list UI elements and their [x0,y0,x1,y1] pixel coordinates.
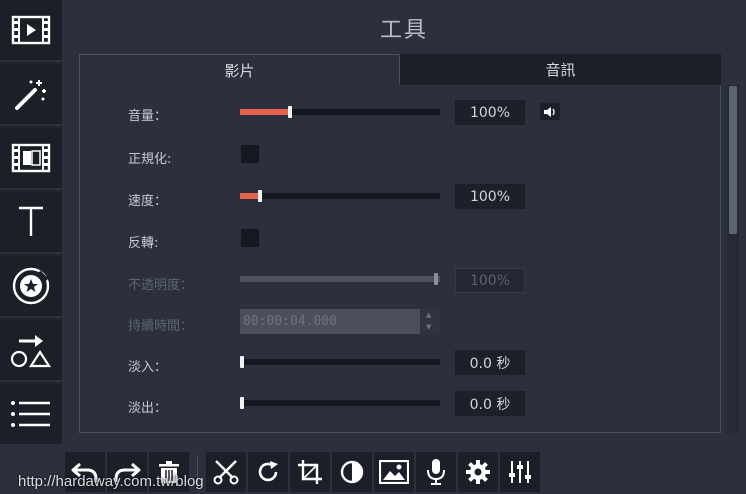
text-icon [19,206,43,236]
opacity-label: 不透明度： [128,278,194,293]
fade-out-slider[interactable] [240,397,440,409]
sidebar [0,0,62,446]
magic-wand-icon [15,80,46,110]
fade-in-label: 淡入： [128,360,168,375]
speed-label: 速度： [128,194,168,209]
fade-out-value[interactable]: 0.0 秒 [455,391,525,416]
split-button[interactable] [206,452,246,492]
clips-icon [11,15,51,45]
fade-in-value[interactable]: 0.0 秒 [455,350,525,375]
speed-slider[interactable] [240,190,440,202]
sidebar-filters-button[interactable] [0,128,62,190]
opacity-value: 100% [455,268,525,293]
equalizer-icon [509,461,531,483]
rotate-icon [258,461,278,482]
opacity-slider [240,273,440,285]
watermark-text: http://hardaway.com.tw/blog [18,473,204,490]
crop-icon [298,460,322,484]
image-settings-button[interactable] [374,452,414,492]
duration-spinner: ▲ ▼ [421,309,440,334]
spin-up-icon: ▲ [426,311,432,319]
speed-value[interactable]: 100% [455,184,525,209]
microphone-icon [427,459,445,485]
image-icon [379,460,409,484]
sidebar-effects-button[interactable] [0,64,62,126]
volume-slider-fill [240,109,290,115]
fade-in-slider[interactable] [240,356,440,368]
equalizer-button[interactable] [500,452,540,492]
normalize-checkbox[interactable] [240,144,260,164]
color-adjust-icon [340,460,364,484]
filter-strip-icon [11,143,51,173]
volume-mute-button[interactable] [540,103,560,120]
sidebar-stickers-button[interactable] [0,256,62,318]
fade-out-label: 淡出： [128,401,168,416]
reverse-checkbox[interactable] [240,228,260,248]
scissors-icon [213,460,239,485]
sidebar-titles-button[interactable] [0,192,62,254]
properties-panel [79,85,721,433]
crop-button[interactable] [290,452,330,492]
panel-title: 工具 [379,18,428,43]
speed-slider-fill [240,193,260,199]
settings-button[interactable] [458,452,498,492]
sidebar-more-button[interactable] [0,384,62,446]
opacity-slider-thumb [434,273,438,285]
volume-slider[interactable] [240,106,440,118]
rotate-button[interactable] [248,452,288,492]
volume-value[interactable]: 100% [455,100,525,125]
sidebar-clips-button[interactable] [0,0,62,62]
color-adjust-button[interactable] [332,452,372,492]
fade-in-slider-thumb[interactable] [240,356,244,368]
tab-audio[interactable]: 音訊 [400,54,721,85]
normalize-label: 正規化: [128,152,172,167]
volume-slider-thumb[interactable] [288,106,292,118]
duration-input: 00:00:04.000 [240,309,420,334]
duration-label: 持續時間： [128,319,194,334]
fade-out-slider-thumb[interactable] [240,397,244,409]
sidebar-transitions-button[interactable] [0,320,62,382]
shapes-icon [10,335,52,368]
speaker-icon [544,106,555,117]
list-icon [11,401,50,427]
volume-label: 音量： [128,109,168,124]
tab-video[interactable]: 影片 [79,54,400,85]
gear-icon [466,460,490,484]
reverse-label: 反轉: [128,236,159,251]
voiceover-button[interactable] [416,452,456,492]
sticker-icon [12,267,50,305]
spin-down-icon: ▼ [426,323,432,331]
speed-slider-thumb[interactable] [258,190,262,202]
scrollbar-thumb[interactable] [729,86,737,234]
